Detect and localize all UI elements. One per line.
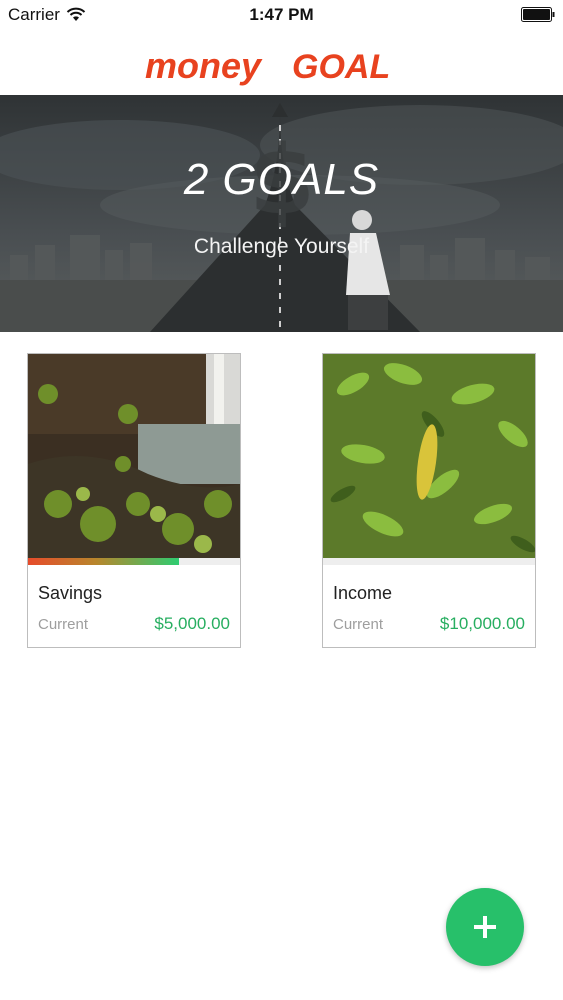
goal-current-value: $5,000.00 — [154, 614, 230, 633]
plus-icon — [474, 916, 496, 938]
logo-text-goal: GOAL — [292, 48, 390, 86]
goal-current-label: Current — [333, 616, 384, 633]
hero-background-image: $ — [0, 95, 563, 332]
hero-title: 2 GOALS — [183, 155, 380, 204]
status-time: 1:47 PM — [249, 5, 314, 24]
goal-current-value: $10,000.00 — [439, 614, 525, 633]
hero-banner: $ 2 GOALS Challenge Yourself — [0, 95, 563, 332]
goal-progress-fill — [28, 558, 179, 565]
app-logo: money GOAL — [145, 45, 390, 86]
status-bar: Carrier 1:47 PM — [0, 0, 563, 30]
goal-title: Savings — [38, 583, 103, 603]
hero-subtitle: Challenge Yourself — [193, 235, 370, 258]
goal-title: Income — [333, 583, 393, 603]
goal-card-income[interactable]: Income Current $10,000.00 — [322, 353, 536, 648]
goal-image-waterfall — [28, 354, 240, 558]
goal-progress-bar — [28, 558, 240, 565]
add-goal-button[interactable] — [446, 888, 524, 966]
goal-image-leaves — [323, 354, 535, 558]
goal-progress-bar — [323, 558, 535, 565]
logo-text-money: money — [145, 45, 263, 86]
goal-card-savings[interactable]: Savings Current $5,000.00 — [27, 353, 241, 648]
battery-icon — [521, 7, 555, 22]
goal-current-label: Current — [38, 616, 89, 633]
